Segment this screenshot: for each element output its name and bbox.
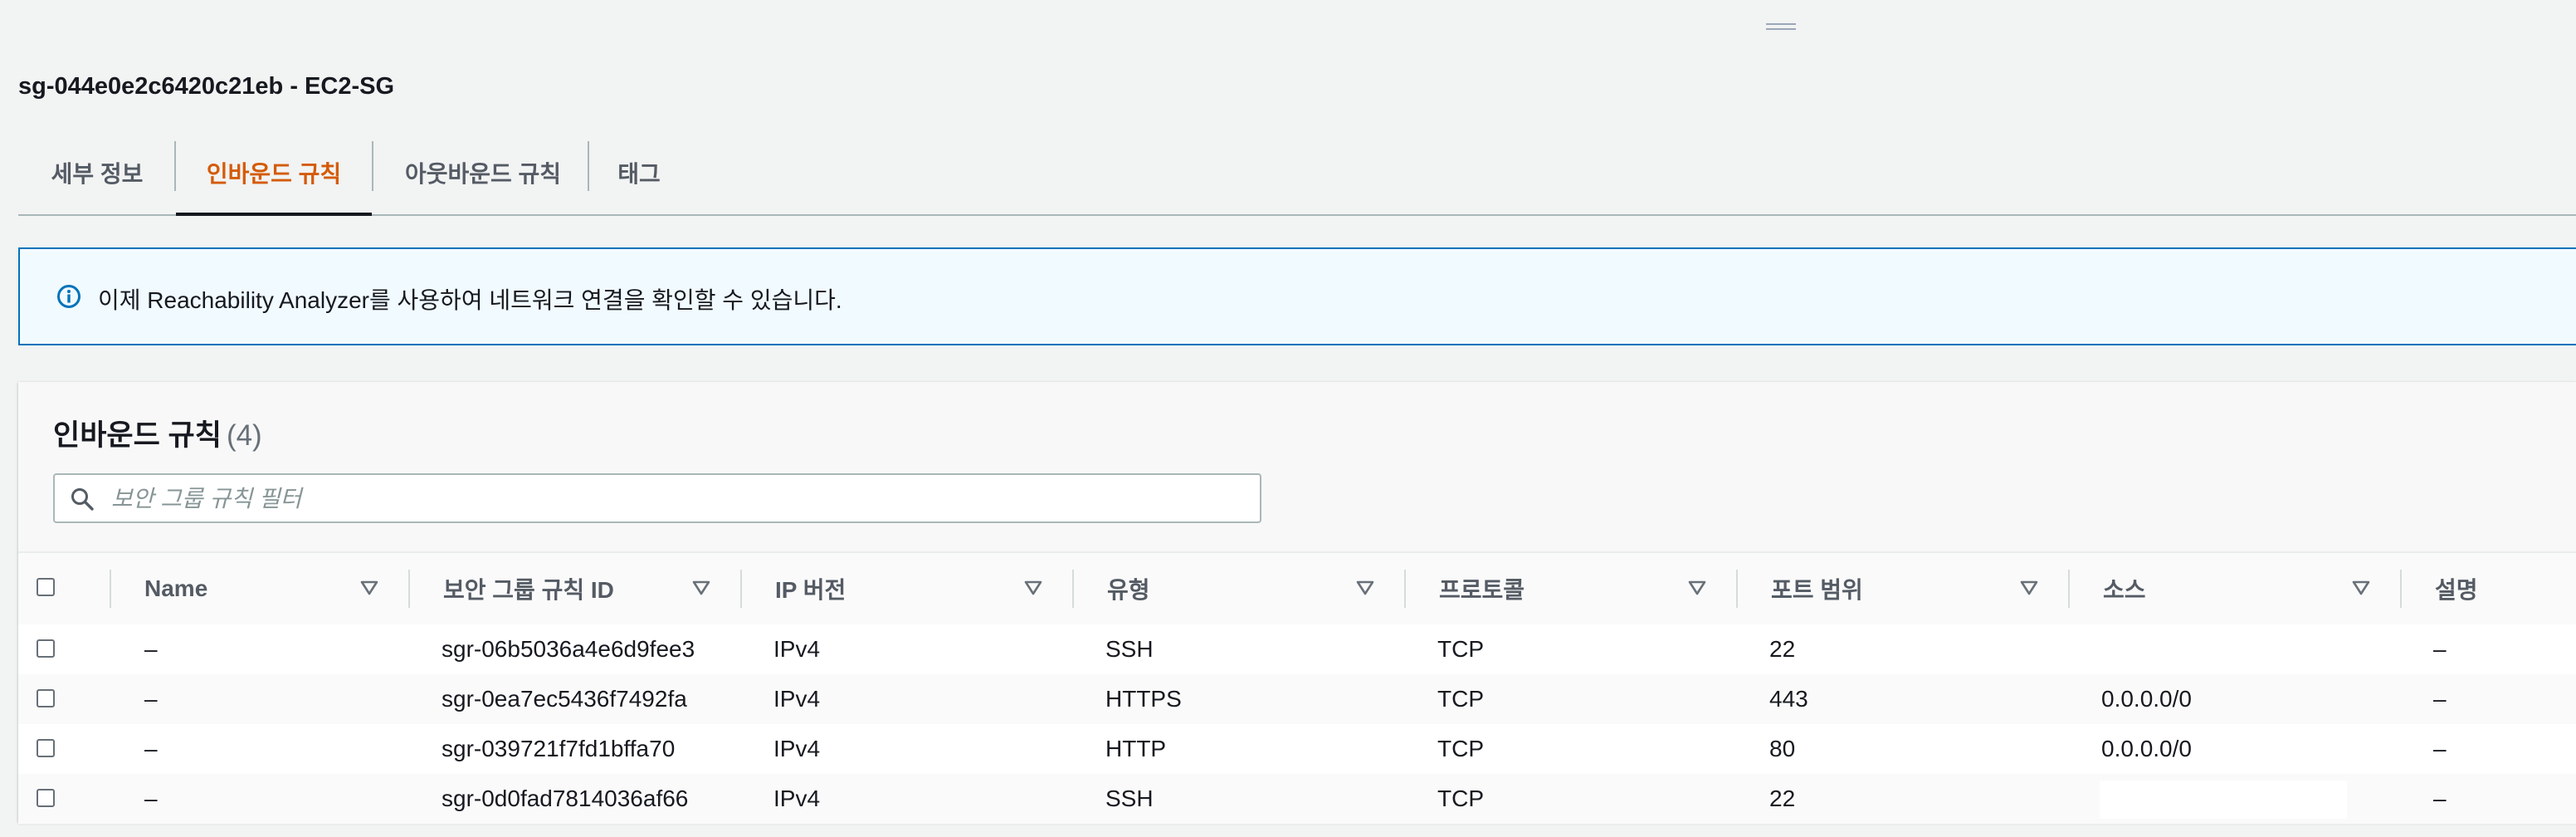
sort-caret-down-icon[interactable] <box>692 580 710 596</box>
sort-caret-down-icon[interactable] <box>1024 580 1042 596</box>
cell-name: – <box>144 686 158 712</box>
cell-description: – <box>2433 736 2447 761</box>
page-title: sg-044e0e2c6420c21eb - EC2-SG <box>18 73 395 100</box>
tab-inbound-rules[interactable]: 인바운드 규칙 <box>176 131 372 216</box>
panel-title: 인바운드 규칙 (4) <box>53 412 262 454</box>
cell-protocol: TCP <box>1437 686 1484 712</box>
column-header-ip-version[interactable]: IP 버전 <box>775 553 846 624</box>
sort-caret-down-icon[interactable] <box>2352 580 2370 596</box>
row-checkbox[interactable] <box>37 789 55 807</box>
cell-rule-id: sgr-06b5036a4e6d9fee3 <box>442 636 695 662</box>
cell-ip-version: IPv4 <box>773 736 821 761</box>
panel-title-text: 인바운드 규칙 <box>53 419 222 452</box>
cell-type: SSH <box>1105 636 1154 662</box>
column-separator <box>2068 570 2070 608</box>
cell-ip-version: IPv4 <box>773 636 821 662</box>
cell-port-range: 22 <box>1769 636 1796 662</box>
column-separator <box>408 570 410 608</box>
cell-protocol: TCP <box>1437 736 1484 761</box>
column-header-source[interactable]: 소스 <box>2103 553 2146 624</box>
cell-name: – <box>144 786 158 811</box>
cell-name: – <box>144 736 158 761</box>
tab-tags[interactable]: 태그 <box>589 131 689 214</box>
cell-type: HTTPS <box>1105 686 1182 712</box>
column-separator <box>1072 570 1074 608</box>
column-separator <box>740 570 742 608</box>
table-row[interactable]: – sgr-0d0fad7814036af66 IPv4 SSH TCP 22 … <box>18 774 2576 825</box>
table-row[interactable]: – sgr-039721f7fd1bffa70 IPv4 HTTP TCP 80… <box>18 724 2576 776</box>
cell-rule-id: sgr-0ea7ec5436f7492fa <box>442 686 687 712</box>
cell-type: SSH <box>1105 786 1154 811</box>
cell-protocol: TCP <box>1437 786 1484 811</box>
cell-port-range: 22 <box>1769 786 1796 811</box>
cell-ip-version: IPv4 <box>773 686 821 712</box>
cell-port-range: 443 <box>1769 686 1808 712</box>
sort-caret-down-icon[interactable] <box>360 580 378 596</box>
info-alert-text: 이제 Reachability Analyzer를 사용하여 네트워크 연결을 … <box>98 287 842 313</box>
panel-resize-handle[interactable] <box>1766 23 1796 32</box>
sort-caret-down-icon[interactable] <box>2020 580 2038 596</box>
column-separator <box>1404 570 1406 608</box>
row-checkbox[interactable] <box>37 689 55 707</box>
column-header-description[interactable]: 설명 <box>2435 553 2478 624</box>
table-row[interactable]: – sgr-0ea7ec5436f7492fa IPv4 HTTPS TCP 4… <box>18 674 2576 726</box>
cell-description: – <box>2433 686 2447 712</box>
cell-type: HTTP <box>1105 736 1167 761</box>
cell-source: 0.0.0.0/0 <box>2101 736 2192 761</box>
sort-caret-down-icon[interactable] <box>1356 580 1374 596</box>
column-separator <box>110 570 111 608</box>
column-header-protocol[interactable]: 프로토콜 <box>1439 553 1525 624</box>
row-checkbox[interactable] <box>37 639 55 658</box>
filter-box[interactable] <box>53 473 1261 523</box>
cell-name: – <box>144 636 158 662</box>
rule-filter-input[interactable] <box>110 480 1250 518</box>
sort-caret-down-icon[interactable] <box>1688 580 1706 596</box>
tab-details[interactable]: 세부 정보 <box>18 131 176 214</box>
column-header-type[interactable]: 유형 <box>1107 553 1150 624</box>
cell-ip-version: IPv4 <box>773 786 821 811</box>
info-alert: 이제 Reachability Analyzer를 사용하여 네트워크 연결을 … <box>18 247 2576 345</box>
cell-rule-id: sgr-0d0fad7814036af66 <box>442 786 689 811</box>
panel-header <box>18 382 2576 551</box>
rule-count: (4) <box>226 419 262 452</box>
search-icon <box>71 488 94 511</box>
column-header-name[interactable]: Name <box>144 553 207 624</box>
select-all-checkbox[interactable] <box>37 578 55 596</box>
info-icon <box>57 285 80 308</box>
tab-bar: 세부 정보 인바운드 규칙 아웃바운드 규칙 태그 <box>18 131 2576 216</box>
cell-description: – <box>2433 786 2447 811</box>
cell-description: – <box>2433 636 2447 662</box>
cell-port-range: 80 <box>1769 736 1796 761</box>
cell-protocol: TCP <box>1437 636 1484 662</box>
column-separator <box>1736 570 1738 608</box>
cell-rule-id: sgr-039721f7fd1bffa70 <box>442 736 676 761</box>
column-header-rule-id[interactable]: 보안 그룹 규칙 ID <box>443 553 614 624</box>
cell-source: 0.0.0.0/0 <box>2101 686 2192 712</box>
column-separator <box>2400 570 2402 608</box>
redacted-source-cell <box>2100 781 2347 819</box>
column-header-port-range[interactable]: 포트 범위 <box>1771 553 1863 624</box>
table-row[interactable]: – sgr-06b5036a4e6d9fee3 IPv4 SSH TCP 22 … <box>18 624 2576 676</box>
inbound-rules-panel: 인바운드 규칙(4) Name 보안 그룹 규칙 ID IP 버전 유형 프로토… <box>18 382 2576 825</box>
row-checkbox[interactable] <box>37 739 55 757</box>
tab-outbound-rules[interactable]: 아웃바운드 규칙 <box>373 131 593 214</box>
table-header: Name 보안 그룹 규칙 ID IP 버전 유형 프로토콜 포트 범위 소스 … <box>18 551 2576 626</box>
